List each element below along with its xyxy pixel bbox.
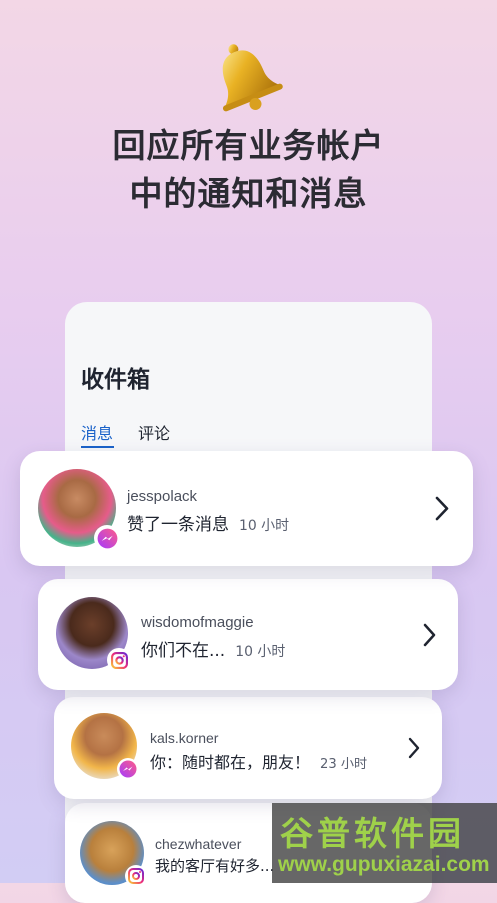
chevron-right-icon[interactable]	[422, 623, 437, 647]
timestamp: 23 小时	[320, 757, 368, 772]
inbox-title: 收件箱	[81, 367, 150, 393]
active-tab-indicator	[81, 446, 114, 448]
instagram-icon	[107, 648, 131, 672]
instagram-icon	[125, 865, 147, 887]
username: wisdomofmaggie	[141, 614, 254, 631]
bell-icon	[222, 44, 283, 112]
list-item[interactable]: wisdomofmaggie 你们不在... 10 小时	[38, 579, 458, 690]
message-preview: 我的客厅有好多...	[155, 855, 274, 876]
message-text: 你：随时都在，朋友！	[150, 753, 311, 772]
headline-line-2: 中的通知和消息	[129, 174, 368, 213]
tab-messages[interactable]: 消息	[81, 420, 113, 444]
message-text: 我的客厅有好多...	[155, 857, 275, 875]
tab-comments[interactable]: 评论	[138, 420, 170, 444]
message-text: 赞了一条消息	[127, 515, 229, 535]
message-preview: 你们不在... 10 小时	[141, 636, 285, 661]
username: jesspolack	[127, 488, 198, 505]
message-preview: 你：随时都在，朋友！ 23 小时	[150, 749, 367, 773]
timestamp: 10 小时	[239, 518, 290, 534]
username: kals.korner	[150, 730, 219, 746]
chevron-right-icon[interactable]	[434, 496, 450, 521]
headline: 回应所有业务帐户 中的通知和消息	[0, 122, 497, 218]
message-preview: 赞了一条消息 10 小时	[127, 510, 289, 535]
chevron-right-icon[interactable]	[407, 737, 421, 759]
messenger-icon	[117, 758, 139, 780]
headline-line-1: 回应所有业务帐户	[112, 126, 385, 165]
watermark-name: 谷普软件园	[280, 814, 465, 853]
message-text: 你们不在...	[141, 641, 226, 661]
watermark-url: www.gupuxiazai.com	[278, 853, 490, 876]
watermark: 谷普软件园 www.gupuxiazai.com	[272, 803, 497, 883]
username: chezwhatever	[155, 836, 242, 852]
list-item[interactable]: jesspolack 赞了一条消息 10 小时	[20, 451, 473, 566]
messenger-icon	[94, 525, 120, 551]
list-item[interactable]: kals.korner 你：随时都在，朋友！ 23 小时	[54, 697, 442, 799]
timestamp: 10 小时	[235, 644, 286, 660]
